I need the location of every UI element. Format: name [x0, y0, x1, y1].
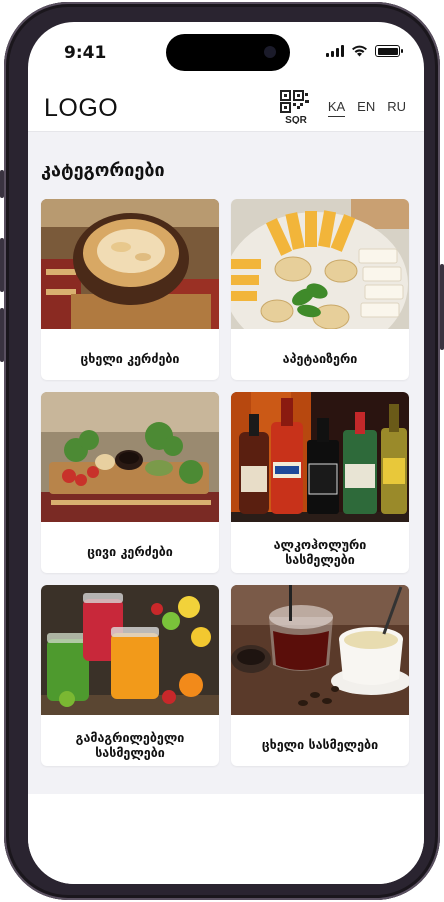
language-switcher: KA EN RU [327, 99, 406, 117]
screen: 9:41 LOGO SQR KA EN RU კატეგორიები ცხელი… [28, 22, 424, 884]
power-button [440, 264, 444, 350]
status-time: 9:41 [64, 43, 107, 63]
battery-icon [375, 45, 403, 57]
category-label: ცივი კერძები [87, 544, 173, 559]
page-title: კატეგორიები [41, 160, 165, 181]
status-bar: 9:41 [28, 22, 424, 82]
mute-switch [0, 170, 4, 198]
lang-ru[interactable]: RU [387, 99, 406, 117]
category-card-hot-drinks[interactable]: ცხელი სასმელები [231, 585, 409, 766]
category-label: აპეტაიზერი [282, 351, 358, 366]
category-card-hot-dishes[interactable]: ცხელი კერძები [41, 199, 219, 380]
app-header: LOGO SQR KA EN RU [28, 82, 424, 132]
camera-icon [264, 46, 276, 58]
category-label: ცხელი სასმელები [261, 737, 379, 752]
svg-text:SQR: SQR [285, 115, 307, 124]
logo[interactable]: LOGO [44, 94, 118, 123]
wifi-icon [352, 45, 367, 57]
category-card-appetizer[interactable]: აპეტაიზერი [231, 199, 409, 380]
sqr-qr-logo-icon[interactable]: SQR [280, 90, 312, 124]
cold-dishes-photo [41, 392, 219, 522]
phone-frame: 9:41 LOGO SQR KA EN RU კატეგორიები ცხელი… [0, 2, 444, 900]
alcohol-bottles-photo [231, 392, 409, 522]
category-label: ცხელი კერძები [80, 351, 180, 366]
category-label: ალკოჰოლური სასმელები [273, 536, 367, 567]
appetizer-cheese-plate-photo [231, 199, 409, 356]
category-card-cold-drinks[interactable]: გამაგრილებელი სასმელები [41, 585, 219, 766]
bottom-area [28, 794, 424, 884]
lang-ka[interactable]: KA [327, 99, 346, 117]
fresh-juices-photo [41, 585, 219, 715]
category-card-alcohol[interactable]: ალკოჰოლური სასმელები [231, 392, 409, 573]
lang-en[interactable]: EN [357, 99, 375, 117]
category-card-cold-dishes[interactable]: ცივი კერძები [41, 392, 219, 573]
dynamic-island [166, 34, 290, 71]
status-icons [326, 45, 403, 57]
tea-coffee-photo [231, 585, 409, 715]
volume-up-button [0, 238, 4, 292]
category-label: გამაგრილებელი სასმელები [75, 729, 185, 760]
volume-down-button [0, 308, 4, 362]
cellular-signal-icon [326, 45, 344, 57]
main-content: კატეგორიები ცხელი კერძები აპეტაიზერი ცივ… [28, 132, 424, 794]
hot-dishes-photo [41, 199, 219, 329]
